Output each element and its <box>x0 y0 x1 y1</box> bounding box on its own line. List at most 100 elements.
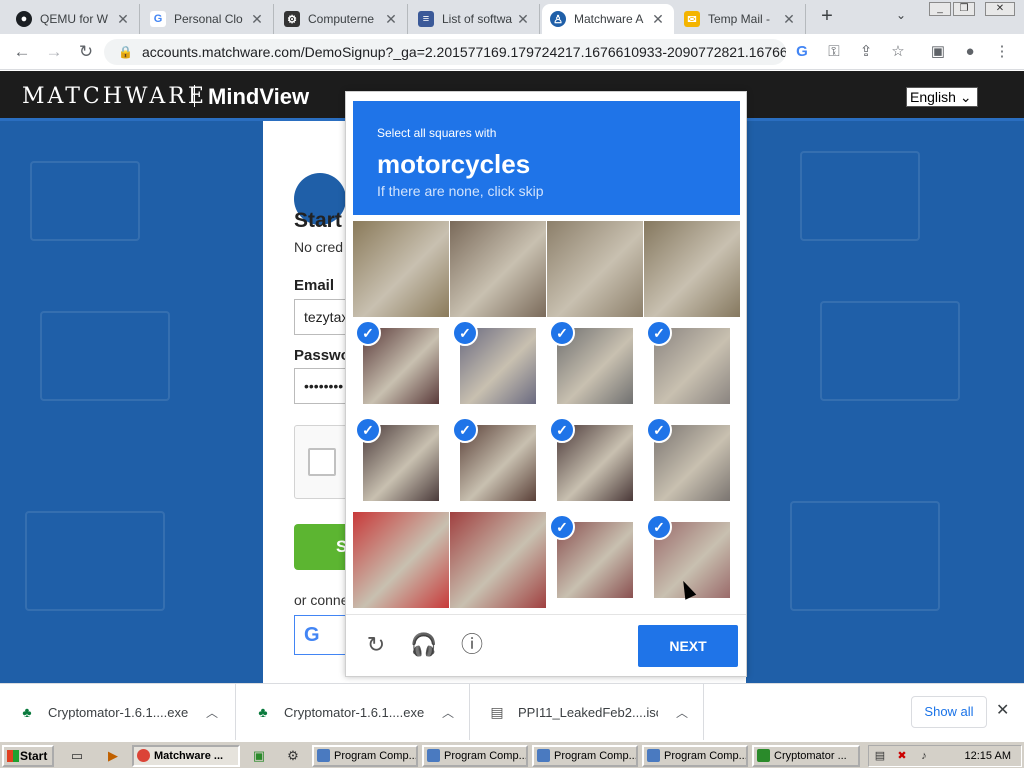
share-icon[interactable]: ⇪ <box>856 42 876 62</box>
side-panel-icon[interactable]: ▣ <box>928 42 948 62</box>
close-icon[interactable]: ✕ <box>650 11 666 28</box>
menu-dots-icon[interactable]: ⋮ <box>992 42 1012 62</box>
show-all-button[interactable]: Show all <box>911 696 987 728</box>
captcha-tile[interactable]: ✓ <box>450 415 546 511</box>
captcha-tile[interactable] <box>450 221 546 317</box>
captcha-tile[interactable]: ✓ <box>644 318 740 414</box>
background-doodle <box>40 311 170 401</box>
matchware-logo[interactable]: MATCHWARE <box>22 84 207 109</box>
close-icon[interactable]: ✕ <box>249 11 265 28</box>
close-icon[interactable]: ✕ <box>996 700 1009 720</box>
close-icon[interactable]: ✕ <box>383 11 399 28</box>
password-label: Passwo <box>294 347 350 364</box>
window-close-icon[interactable]: ✕ <box>985 2 1015 16</box>
download-item[interactable]: ♣ Cryptomator-1.6.1....exe ︿ <box>0 684 236 741</box>
folder-icon[interactable]: ▭ <box>68 747 86 765</box>
star-icon[interactable]: ☆ <box>888 42 908 62</box>
captcha-tile[interactable]: ✓ <box>547 512 643 608</box>
close-icon[interactable]: ✕ <box>781 11 797 28</box>
close-icon[interactable]: ✕ <box>115 11 131 28</box>
download-name: Cryptomator-1.6.1....exe <box>284 705 424 720</box>
volume-icon[interactable]: ♪ <box>917 749 931 763</box>
chevron-up-icon[interactable]: ︿ <box>204 704 220 721</box>
start-button[interactable]: Start <box>2 745 54 767</box>
captcha-tile[interactable] <box>353 512 449 608</box>
captcha-tile[interactable]: ✓ <box>644 415 740 511</box>
media-player-icon[interactable]: ▶ <box>104 747 122 765</box>
program-icon <box>427 749 440 762</box>
program-icon <box>537 749 550 762</box>
tab-temp-mail[interactable]: ✉ Temp Mail - ✕ <box>676 4 806 34</box>
exe-file-icon: ♣ <box>22 703 32 720</box>
download-item[interactable]: ▤ PPI11_LeakedFeb2....iso ︿ <box>470 684 704 741</box>
tempmail-icon: ✉ <box>684 11 700 27</box>
mindview-logo[interactable]: MindView <box>208 84 309 110</box>
security-alert-icon[interactable]: ✖ <box>895 749 909 763</box>
url-bar[interactable]: 🔒 accounts.matchware.com/DemoSignup?_ga=… <box>104 39 786 65</box>
profile-avatar-icon[interactable]: ● <box>960 42 980 62</box>
captcha-tile-image <box>353 221 449 317</box>
taskbar-task[interactable]: Matchware ... <box>132 745 240 767</box>
restore-icon[interactable]: ❐ <box>953 2 975 16</box>
taskbar-task[interactable]: Program Comp... <box>312 745 418 767</box>
language-select[interactable]: English ⌄ <box>906 87 978 107</box>
key-icon[interactable]: ⚿ <box>824 42 844 62</box>
app-icon[interactable]: ▣ <box>250 747 268 765</box>
tab-matchware[interactable]: ♙ Matchware A ✕ <box>542 4 674 34</box>
minimize-icon[interactable]: _ <box>929 2 951 16</box>
captcha-tile[interactable]: ✓ <box>353 318 449 414</box>
info-icon[interactable]: ⓘ <box>458 631 486 659</box>
computerneo-icon: ⚙ <box>284 11 300 27</box>
next-button[interactable]: NEXT <box>638 625 738 667</box>
task-label: Program Comp... <box>664 750 748 762</box>
checkmark-icon: ✓ <box>646 417 672 443</box>
checkmark-icon: ✓ <box>646 320 672 346</box>
reload-icon[interactable]: ↻ <box>76 42 96 62</box>
download-item[interactable]: ♣ Cryptomator-1.6.1....exe ︿ <box>236 684 470 741</box>
tab-list-of-software[interactable]: ≡ List of softwa ✕ <box>410 4 540 34</box>
captcha-checkbox[interactable] <box>308 448 336 476</box>
download-name: Cryptomator-1.6.1....exe <box>48 705 188 720</box>
chevron-down-icon[interactable]: ⌄ <box>896 8 906 22</box>
captcha-tile[interactable] <box>450 512 546 608</box>
forward-arrow-icon[interactable]: → <box>44 42 64 62</box>
network-icon[interactable]: ▤ <box>873 749 887 763</box>
background-doodle <box>790 501 940 611</box>
back-arrow-icon[interactable]: ← <box>12 42 32 62</box>
checkmark-icon: ✓ <box>549 417 575 443</box>
close-icon[interactable]: ✕ <box>515 11 531 28</box>
signup-subtext: No cred <box>294 239 344 255</box>
challenge-footer: ↻ 🎧 ⓘ NEXT <box>346 614 746 676</box>
tab-computerneo[interactable]: ⚙ Computerne ✕ <box>276 4 408 34</box>
lock-icon[interactable]: 🔒 <box>118 39 133 65</box>
captcha-tile[interactable]: ✓ <box>450 318 546 414</box>
task-label: Matchware ... <box>154 750 224 762</box>
chevron-up-icon[interactable]: ︿ <box>440 704 456 721</box>
captcha-tile[interactable] <box>547 221 643 317</box>
address-toolbar: ← → ↻ 🔒 accounts.matchware.com/DemoSignu… <box>0 34 1024 70</box>
google-icon[interactable]: G <box>792 42 812 62</box>
refresh-icon[interactable]: ↻ <box>362 631 390 659</box>
captcha-tile-image <box>450 512 546 608</box>
challenge-object: motorcycles <box>377 149 531 179</box>
taskbar-task[interactable]: Program Comp... <box>532 745 638 767</box>
taskbar-task[interactable]: Program Comp... <box>422 745 528 767</box>
settings-icon[interactable]: ⚙ <box>284 747 302 765</box>
tab-qemu[interactable]: ● QEMU for W ✕ <box>8 4 140 34</box>
captcha-tile[interactable]: ✓ <box>547 415 643 511</box>
challenge-hint: If there are none, click skip <box>377 183 544 199</box>
captcha-tile[interactable]: ✓ <box>353 415 449 511</box>
page-title: Start <box>294 209 342 232</box>
new-tab-button[interactable]: + <box>816 6 838 28</box>
taskbar-task[interactable]: Program Comp... <box>642 745 748 767</box>
headphones-icon[interactable]: 🎧 <box>410 631 438 659</box>
captcha-tile[interactable]: ✓ <box>547 318 643 414</box>
captcha-tile[interactable] <box>353 221 449 317</box>
tab-personal-cloud[interactable]: G Personal Clo ✕ <box>142 4 274 34</box>
captcha-tile[interactable] <box>644 221 740 317</box>
download-bar: ♣ Cryptomator-1.6.1....exe ︿ ♣ Cryptomat… <box>0 683 1024 741</box>
taskbar-task[interactable]: Cryptomator ... <box>752 745 860 767</box>
tab-label: Computerne <box>308 12 375 26</box>
background-doodle <box>25 511 165 611</box>
chevron-up-icon[interactable]: ︿ <box>674 704 690 721</box>
